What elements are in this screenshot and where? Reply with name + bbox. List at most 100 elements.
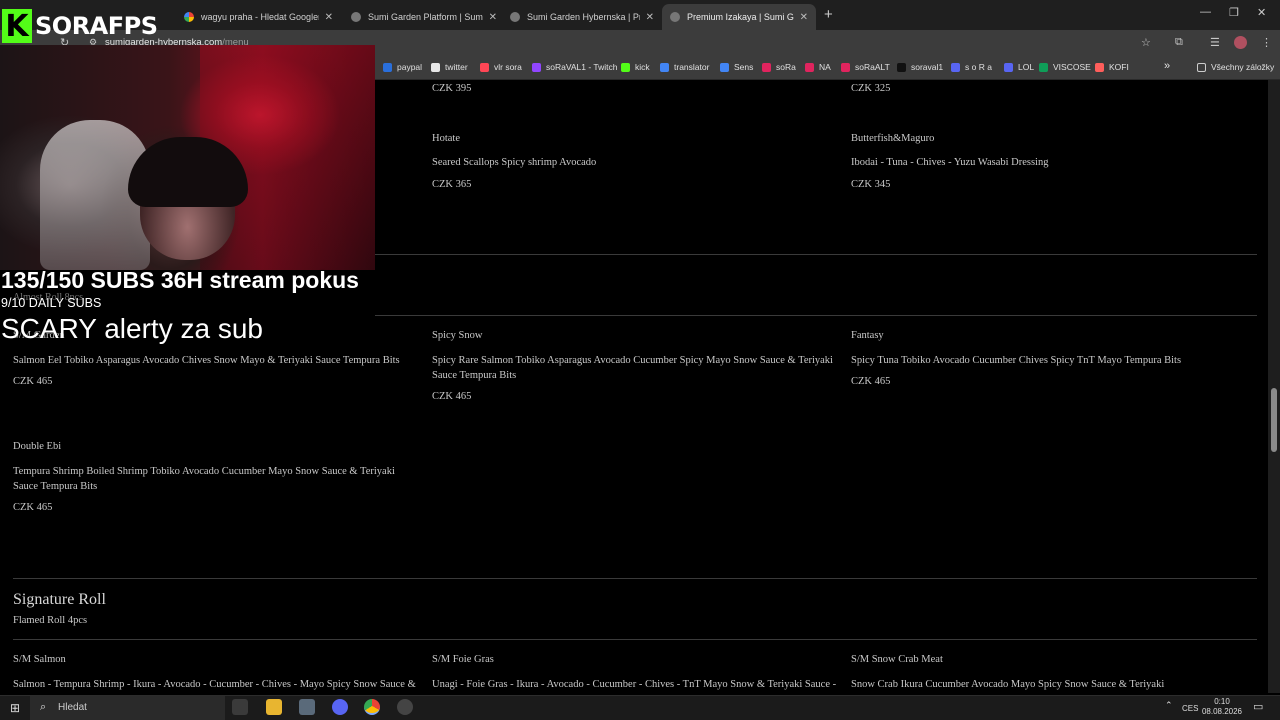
restore-icon[interactable]: ❐ bbox=[1229, 6, 1239, 19]
item-price: CZK 465 bbox=[851, 376, 891, 387]
tab-title: Premium Izakaya | Sumi Garden bbox=[687, 12, 794, 22]
section-divider bbox=[13, 639, 1257, 640]
language-indicator[interactable]: CES bbox=[1182, 704, 1198, 713]
bookmark-label: NA bbox=[819, 62, 831, 72]
extensions-icon[interactable]: ⧉ bbox=[1175, 36, 1183, 49]
item-name: Hotate bbox=[432, 133, 460, 144]
bookmark-item[interactable]: KOFI bbox=[1095, 62, 1129, 72]
item-name: S/M Snow Crab Meat bbox=[851, 654, 943, 665]
media-icon[interactable]: ☰ bbox=[1210, 36, 1220, 49]
daily-subs-text: 9/10 DAILY SUBS bbox=[1, 296, 102, 310]
bookmark-label: Sens bbox=[734, 62, 754, 72]
bookmark-item[interactable]: s o R a bbox=[951, 62, 992, 72]
bookmark-item[interactable]: LOL bbox=[1004, 62, 1034, 72]
bookmark-label: s o R a bbox=[965, 62, 992, 72]
tab-sumi-platform[interactable]: Sumi Garden Platform | Sumi G ✕ bbox=[343, 4, 505, 30]
star-icon[interactable]: ☆ bbox=[1141, 36, 1151, 49]
bookmark-favicon-icon bbox=[805, 62, 814, 72]
bookmark-item[interactable]: soraval1 bbox=[897, 62, 943, 72]
bookmark-item[interactable]: soRaALT bbox=[841, 62, 890, 72]
taskbar-search[interactable]: Hledat bbox=[30, 696, 225, 720]
file-explorer-icon[interactable] bbox=[266, 699, 282, 715]
bookmarks-overflow[interactable]: » bbox=[1164, 60, 1170, 72]
discord-icon[interactable] bbox=[332, 699, 348, 715]
task-view-icon[interactable] bbox=[232, 699, 248, 715]
item-desc: Salmon Eel Tobiko Asparagus Avocado Chiv… bbox=[13, 355, 400, 366]
bookmark-item[interactable]: soRa bbox=[762, 62, 796, 72]
item-desc: Seared Scallops Spicy shrimp Avocado bbox=[432, 157, 597, 168]
chrome-icon[interactable] bbox=[364, 699, 380, 715]
tab-google-search[interactable]: wagyu praha - Hledat Googlem ✕ bbox=[176, 4, 341, 30]
item-price: CZK 465 bbox=[13, 502, 53, 513]
windows-start-icon[interactable]: ⊞ bbox=[10, 701, 20, 715]
section-subtitle: Flamed Roll 4pcs bbox=[13, 615, 88, 626]
bookmark-item[interactable]: Sens bbox=[720, 62, 753, 72]
bookmark-favicon-icon bbox=[762, 62, 771, 72]
bookmark-label: vlr sora bbox=[494, 62, 522, 72]
item-desc: Tempura Shrimp Boiled Shrimp Tobiko Avoc… bbox=[13, 466, 395, 492]
bookmark-label: VISCOSE bbox=[1053, 62, 1091, 72]
bookmark-item[interactable]: paypal bbox=[383, 62, 422, 72]
page-scrollbar[interactable] bbox=[1268, 80, 1280, 693]
system-clock[interactable]: 0:10 08.08.2026 bbox=[1198, 697, 1246, 717]
new-tab-button[interactable]: + bbox=[824, 6, 833, 23]
bookmark-item[interactable]: kick bbox=[621, 62, 650, 72]
tab-sumi-hybernska[interactable]: Sumi Garden Hybernska | Prem ✕ bbox=[502, 4, 662, 30]
section-divider bbox=[13, 578, 1257, 579]
item-price: CZK 465 bbox=[432, 391, 472, 402]
bookmark-label: LOL bbox=[1018, 62, 1035, 72]
bookmark-favicon-icon bbox=[480, 62, 489, 72]
bookmark-favicon-icon bbox=[621, 62, 630, 72]
tray-chevron-icon[interactable]: ⌃ bbox=[1165, 700, 1173, 711]
bookmark-label: soRaVAL1 - Twitch bbox=[546, 62, 618, 72]
close-icon[interactable]: ✕ bbox=[489, 12, 497, 23]
bookmark-favicon-icon bbox=[897, 62, 906, 72]
globe-icon bbox=[351, 12, 361, 22]
item-price: CZK 365 bbox=[432, 179, 472, 190]
bookmark-label: soRaALT bbox=[855, 62, 890, 72]
item-price: CZK 395 bbox=[432, 83, 472, 94]
item-name: Butterfish&Maguro bbox=[851, 133, 935, 144]
bookmark-item[interactable]: NA bbox=[805, 62, 831, 72]
bookmark-favicon-icon bbox=[1039, 62, 1048, 72]
obs-icon[interactable] bbox=[397, 699, 413, 715]
folder-icon bbox=[1197, 62, 1206, 72]
close-window-icon[interactable]: ✕ bbox=[1257, 6, 1266, 19]
item-desc: Salmon - Tempura Shrimp - Ikura - Avocad… bbox=[13, 679, 416, 690]
bookmark-item[interactable]: twitter bbox=[431, 62, 468, 72]
minimize-icon[interactable]: — bbox=[1200, 6, 1211, 18]
bookmark-favicon-icon bbox=[660, 62, 669, 72]
kick-logo-icon: K bbox=[2, 9, 32, 44]
scrollbar-thumb[interactable] bbox=[1271, 388, 1277, 452]
item-price: CZK 325 bbox=[851, 83, 891, 94]
close-icon[interactable]: ✕ bbox=[646, 12, 654, 23]
notifications-icon[interactable]: ▭ bbox=[1253, 700, 1263, 713]
bookmark-label: soRa bbox=[776, 62, 796, 72]
globe-icon bbox=[670, 12, 680, 22]
profile-avatar[interactable] bbox=[1234, 36, 1247, 49]
bookmark-item[interactable]: translator bbox=[660, 62, 709, 72]
bookmark-favicon-icon bbox=[1004, 62, 1013, 72]
all-bookmarks[interactable]: Všechny záložky bbox=[1197, 62, 1274, 72]
bookmark-item[interactable]: vlr sora bbox=[480, 62, 522, 72]
brand-name: SORAFPS bbox=[35, 12, 158, 40]
close-icon[interactable]: ✕ bbox=[800, 12, 808, 23]
app-icon[interactable] bbox=[299, 699, 315, 715]
tab-title: Sumi Garden Platform | Sumi G bbox=[368, 12, 483, 22]
subs-goal-text: 135/150 SUBS 36H stream pokus bbox=[1, 267, 359, 293]
tab-title: wagyu praha - Hledat Googlem bbox=[201, 12, 319, 22]
bookmark-item[interactable]: VISCOSE bbox=[1039, 62, 1091, 72]
close-icon[interactable]: ✕ bbox=[325, 12, 333, 23]
all-bookmarks-label: Všechny záložky bbox=[1211, 62, 1275, 72]
item-desc: Unagi - Foie Gras - Ikura - Avocado - Cu… bbox=[432, 679, 837, 690]
item-name: Double Ebi bbox=[13, 441, 62, 452]
section-divider bbox=[375, 254, 1257, 255]
streamer-logo: K SORAFPS bbox=[2, 8, 158, 44]
item-price: CZK 345 bbox=[851, 179, 891, 190]
bookmark-label: soraval1 bbox=[911, 62, 944, 72]
bookmark-label: paypal bbox=[397, 62, 423, 72]
item-desc: Snow Crab Ikura Cucumber Avocado Mayo Sp… bbox=[851, 679, 1165, 690]
tab-premium-izakaya[interactable]: Premium Izakaya | Sumi Garden ✕ bbox=[662, 4, 816, 30]
menu-icon[interactable]: ⋮ bbox=[1261, 36, 1272, 49]
bookmark-item[interactable]: soRaVAL1 - Twitch bbox=[532, 62, 618, 72]
